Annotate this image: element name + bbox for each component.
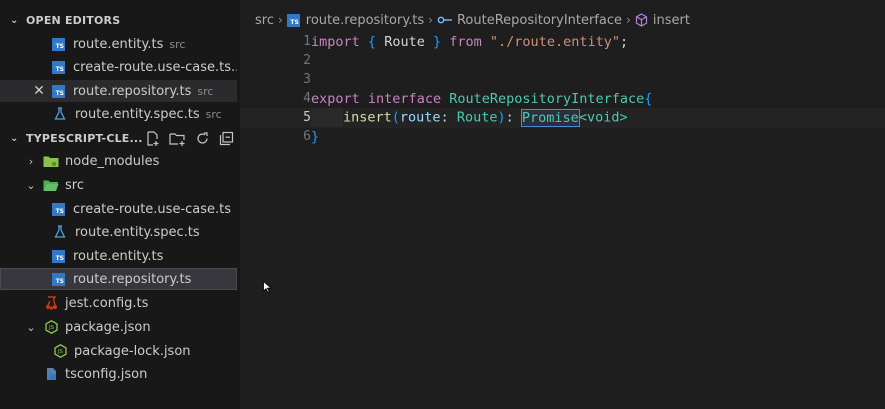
code-text: } [311,128,320,145]
folder-icon [43,155,59,168]
nodejs-icon: JS [43,320,59,334]
typescript-file-icon: TS [52,202,65,216]
mouse-pointer-icon [263,280,273,297]
explorer-actions [145,128,234,148]
test-flask-icon [52,107,68,121]
close-icon[interactable]: ✕ [30,83,48,99]
tree-file[interactable]: TS create-route.use-case.ts [0,198,237,220]
line-number: 5 [303,110,311,125]
code-text: import { Route } from "./route.entity"; [311,33,629,50]
code-text: insert(route: Route): Promise<void> [311,108,628,127]
code-area[interactable]: 1 import { Route } from "./route.entity"… [240,0,885,409]
line-number: 6 [303,129,311,144]
open-editor-item[interactable]: route.entity.spec.ts src [0,103,237,125]
typescript-file-icon: TS [52,272,65,286]
nodejs-icon: JS [52,344,68,358]
refresh-icon[interactable] [195,131,210,146]
open-editor-label: route.repository.ts [73,83,192,99]
tsconfig-icon [43,367,59,381]
tree-file-selected[interactable]: TS route.repository.ts [0,268,237,290]
collapse-all-icon[interactable] [219,131,234,146]
open-editor-item[interactable]: TS route.entity.ts src [0,33,237,55]
code-line-5: 5 insert(route: Route): Promise<void> [240,108,885,127]
tree-file[interactable]: ⌄ JS package.json [0,316,237,338]
chevron-right-icon: › [28,154,34,168]
explorer-sidebar: ⌄ OPEN EDITORS TS route.entity.ts src TS… [0,0,240,409]
tree-label: jest.config.ts [65,295,149,311]
open-editor-label: route.entity.spec.ts [75,106,200,122]
explorer-project-header[interactable]: ⌄ TYPESCRIPT-CLE... [0,128,240,148]
open-editor-folder: src [197,84,214,98]
open-editor-item[interactable]: TS create-route.use-case.ts... [0,56,237,78]
open-editors-header[interactable]: ⌄ OPEN EDITORS [0,10,240,30]
svg-text:JS: JS [56,349,63,355]
open-editor-label: route.entity.ts [73,36,164,52]
line-number: 3 [303,72,311,87]
new-file-icon[interactable] [145,130,160,146]
tree-file[interactable]: tsconfig.json [0,363,237,385]
tree-file[interactable]: TS route.entity.ts [0,245,237,267]
line-number: 4 [303,91,311,106]
tree-label: route.repository.ts [73,271,192,287]
tree-file[interactable]: JS package-lock.json [0,340,237,362]
tree-label: node_modules [65,153,160,169]
code-line-3: 3 [240,70,885,89]
test-flask-icon [52,225,68,239]
open-editor-folder: src [169,37,186,51]
tree-file[interactable]: route.entity.spec.ts [0,221,237,243]
open-editor-folder: src [205,107,222,121]
tree-label: route.entity.spec.ts [75,224,200,240]
svg-text:JS: JS [47,325,54,331]
code-line-4: 4 export interface RouteRepositoryInterf… [240,89,885,108]
tree-file[interactable]: jest.config.ts [0,292,237,314]
tree-label: src [65,177,84,193]
typescript-file-icon: TS [52,84,65,98]
tree-folder-src[interactable]: ⌄ src [0,174,237,196]
chevron-down-icon: ⌄ [10,14,19,26]
chevron-down-icon: ⌄ [10,132,19,144]
jest-icon [43,296,59,310]
chevron-down-icon: ⌄ [26,178,36,192]
code-line-2: 2 [240,51,885,70]
open-editor-label: create-route.use-case.ts... [73,59,237,75]
typescript-file-icon: TS [52,60,65,74]
tree-label: create-route.use-case.ts [73,201,232,217]
new-folder-icon[interactable] [169,131,186,146]
tree-label: tsconfig.json [65,366,148,382]
tree-label: package-lock.json [74,343,191,359]
line-number: 2 [303,53,311,68]
tree-label: route.entity.ts [73,248,164,264]
typescript-file-icon: TS [52,37,65,51]
code-text: export interface RouteRepositoryInterfac… [311,90,653,107]
tree-folder-node-modules[interactable]: › node_modules [0,150,237,172]
open-editors-title: OPEN EDITORS [26,13,121,27]
code-line-6: 6 } [240,127,885,146]
code-line-1: 1 import { Route } from "./route.entity"… [240,32,885,51]
open-editor-item-active[interactable]: ✕ TS route.repository.ts src [0,80,237,102]
project-title: TYPESCRIPT-CLE... [26,131,143,145]
folder-open-icon [43,179,59,192]
indent-guide [311,108,343,127]
typescript-file-icon: TS [52,249,65,263]
chevron-down-icon: ⌄ [26,320,36,334]
line-number: 1 [303,34,311,49]
tree-label: package.json [65,319,151,335]
